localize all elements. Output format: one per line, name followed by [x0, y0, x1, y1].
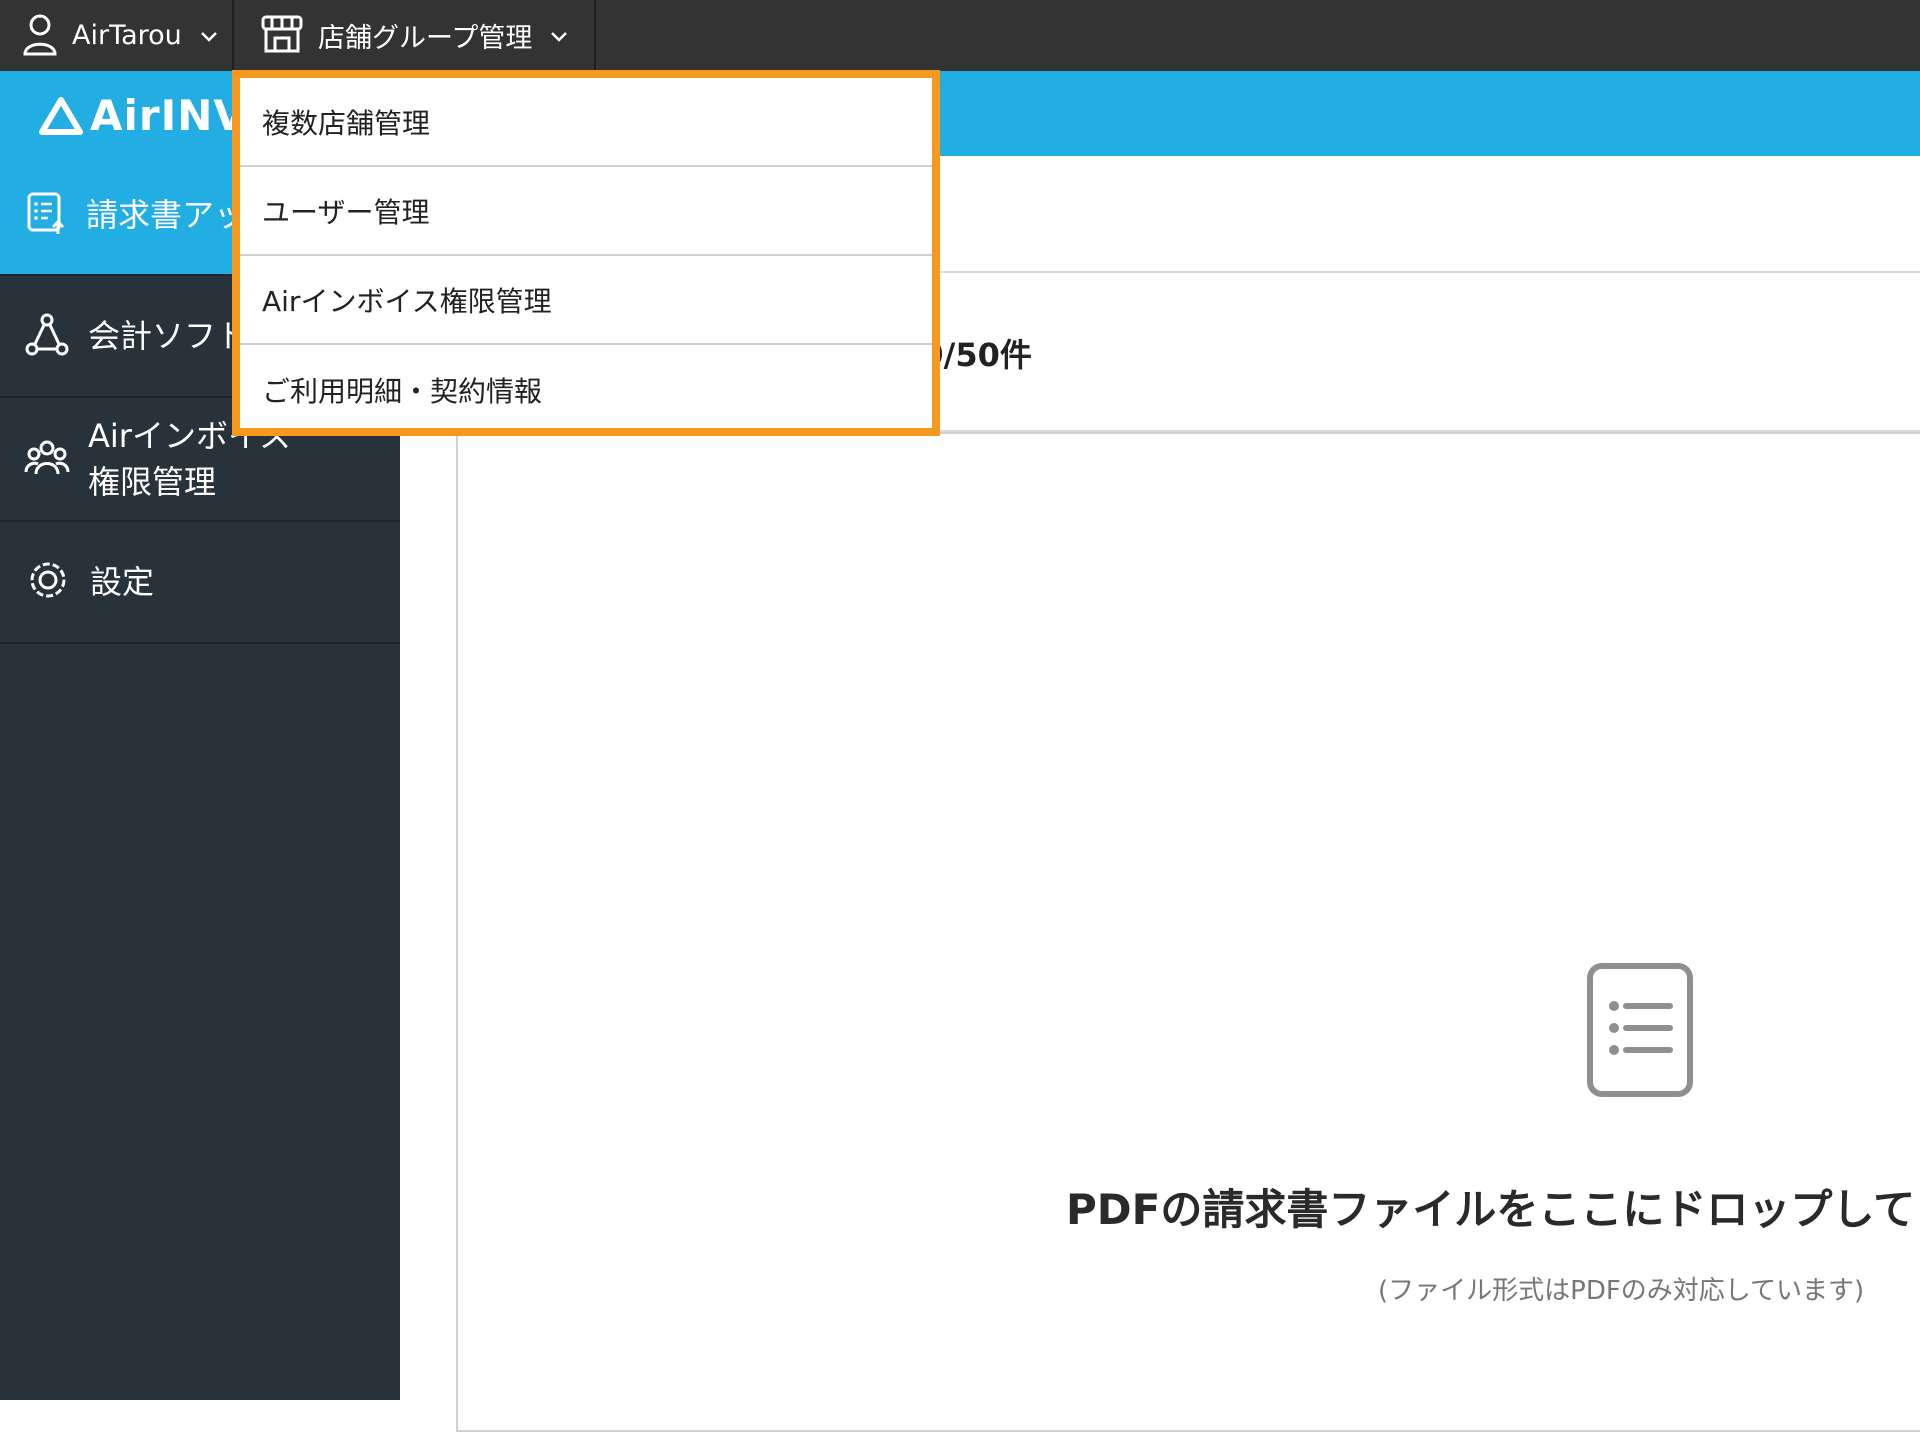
users-icon: [24, 434, 70, 484]
user-name: AirTarou: [72, 20, 182, 51]
drop-zone-subtitle: (ファイル形式はPDFのみ対応しています): [1378, 1276, 1865, 1306]
gear-icon: [24, 556, 72, 608]
menu-item-user-management[interactable]: ユーザー管理: [240, 167, 932, 256]
document-list-icon: [1586, 962, 1694, 1102]
menu-item-multi-store[interactable]: 複数店舗管理: [240, 78, 932, 167]
menu-item-permission-management[interactable]: Airインボイス権限管理: [240, 256, 932, 345]
sidebar-item-label: 会計ソフト: [88, 317, 249, 355]
menu-item-billing-contract[interactable]: ご利用明細・契約情報: [240, 345, 932, 434]
store-group-dropdown: 複数店舗管理 ユーザー管理 Airインボイス権限管理 ご利用明細・契約情報: [232, 70, 940, 436]
top-bar: AirTarou 店舗グループ管理: [0, 0, 1920, 71]
user-menu-button[interactable]: AirTarou: [0, 0, 234, 71]
network-icon: [24, 311, 70, 361]
chevron-down-icon: [200, 24, 218, 48]
invoice-upload-icon: [24, 190, 68, 240]
chevron-down-icon: [550, 24, 568, 48]
logo-triangle-icon: [39, 96, 83, 135]
drop-zone-title: PDFの請求書ファイルをここにドロップして: [1066, 1185, 1916, 1234]
sidebar-item-label: 設定: [90, 563, 155, 601]
upload-count-limit: /50件: [943, 336, 1032, 374]
sidebar-item-label-line2: 権限管理: [88, 463, 217, 501]
user-icon: [22, 12, 58, 60]
store-group-menu-button[interactable]: 店舗グループ管理: [236, 0, 596, 71]
store-icon: [260, 14, 304, 58]
store-group-label: 店舗グループ管理: [318, 23, 533, 54]
sidebar-item-settings[interactable]: 設定: [0, 522, 400, 644]
